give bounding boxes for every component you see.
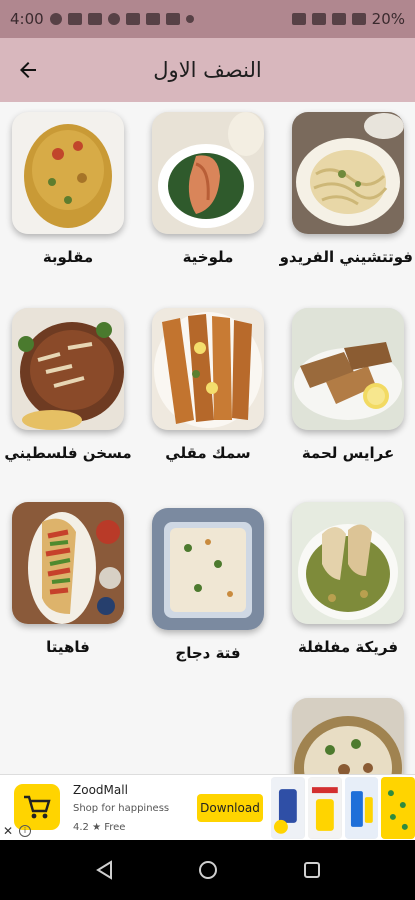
ad-screenshots[interactable] [271,777,415,839]
nav-back-button[interactable] [84,850,124,890]
recipe-card-freekeh[interactable]: فريكة مفلفلة [283,502,413,656]
youtube-icon [67,13,82,25]
ad-close-icon[interactable]: ✕ [3,824,13,838]
recipe-card-fettuccine-alfredo[interactable]: فوتتشيني الفريدو [279,112,413,266]
recipe-card-fajita[interactable]: فاهيتا [3,502,133,656]
triangle-back-icon [95,860,112,880]
recipe-image [152,112,264,234]
signal-icon [351,13,366,25]
ad-screenshot [344,777,379,839]
nfc-icon [291,13,306,25]
recipe-image [292,502,404,624]
page-title: النصف الاول [153,58,262,82]
square-recents-icon [303,862,320,878]
system-navigation-bar [0,840,415,900]
app-bar: النصف الاول [0,38,415,102]
recipe-image [292,112,404,234]
recipe-label: عرايس لحمة [301,444,395,462]
recipe-grid: فوتتشيني الفريدو ملوخية مقلوبة عرايس لحم… [0,102,415,774]
recipe-image [12,308,124,430]
ad-screenshot [271,777,305,839]
status-bar: 4:00 20% [0,0,415,38]
recipe-image [292,308,404,430]
gmail-icon [165,13,180,25]
recipe-image [292,698,404,774]
ad-tagline: Shop for happiness [73,803,170,814]
recipe-label: سمك مقلي [165,444,251,462]
ad-banner[interactable]: ZoodMall Shop for happiness 4.2 ★ Free D… [0,774,415,840]
recipe-label: فريكة مفلفلة [297,638,399,656]
recipe-label: مقلوبة [42,248,94,266]
recipe-image [12,112,124,234]
nav-recents-button[interactable] [292,850,332,890]
location-icon [49,13,62,25]
recipe-label: فتة دجاج [175,644,241,662]
ad-rating: 4.2 ★ Free [73,822,126,833]
recipe-label: فاهيتا [46,638,90,656]
recipe-card-arayes[interactable]: عرايس لحمة [283,308,413,462]
nav-home-button[interactable] [188,850,228,890]
ad-app-name[interactable]: ZoodMall [73,783,128,797]
recipe-label: مسخن فلسطيني [4,444,132,462]
shopping-cart-icon [24,795,51,819]
recipe-card-chicken-fatteh[interactable]: فتة دجاج [143,508,273,662]
recipe-label: فوتتشيني الفريدو [279,248,413,266]
back-button[interactable] [0,38,56,102]
usb-icon [145,13,160,25]
wifi-icon [331,13,346,25]
ad-screenshot [381,777,415,839]
recipe-label: ملوخية [182,248,234,266]
circle-home-icon [198,861,217,879]
ad-info-icon[interactable]: i [19,825,31,837]
recipe-image [152,308,264,430]
notification-dot-icon [185,15,194,23]
recipe-card-maqluba[interactable]: مقلوبة [3,112,133,266]
arrow-back-icon [20,62,36,78]
recipe-card-fried-fish[interactable]: سمك مقلي [143,308,273,462]
recipe-card-musakhan[interactable]: مسخن فلسطيني [3,308,133,462]
status-time: 4:00 [10,10,44,28]
download-icon [125,13,140,25]
ad-download-button[interactable]: Download [197,794,263,822]
recipe-image [12,502,124,624]
recipe-image [152,508,264,630]
cooking-icon [107,13,120,25]
youtube-icon [87,13,102,25]
recipe-card-partial[interactable] [283,698,413,774]
battery-percentage: 20% [371,10,405,28]
ad-screenshot [307,777,342,839]
vibrate-icon [311,13,326,25]
recipe-card-molokhia[interactable]: ملوخية [143,112,273,266]
zoodmall-logo[interactable] [14,784,60,830]
